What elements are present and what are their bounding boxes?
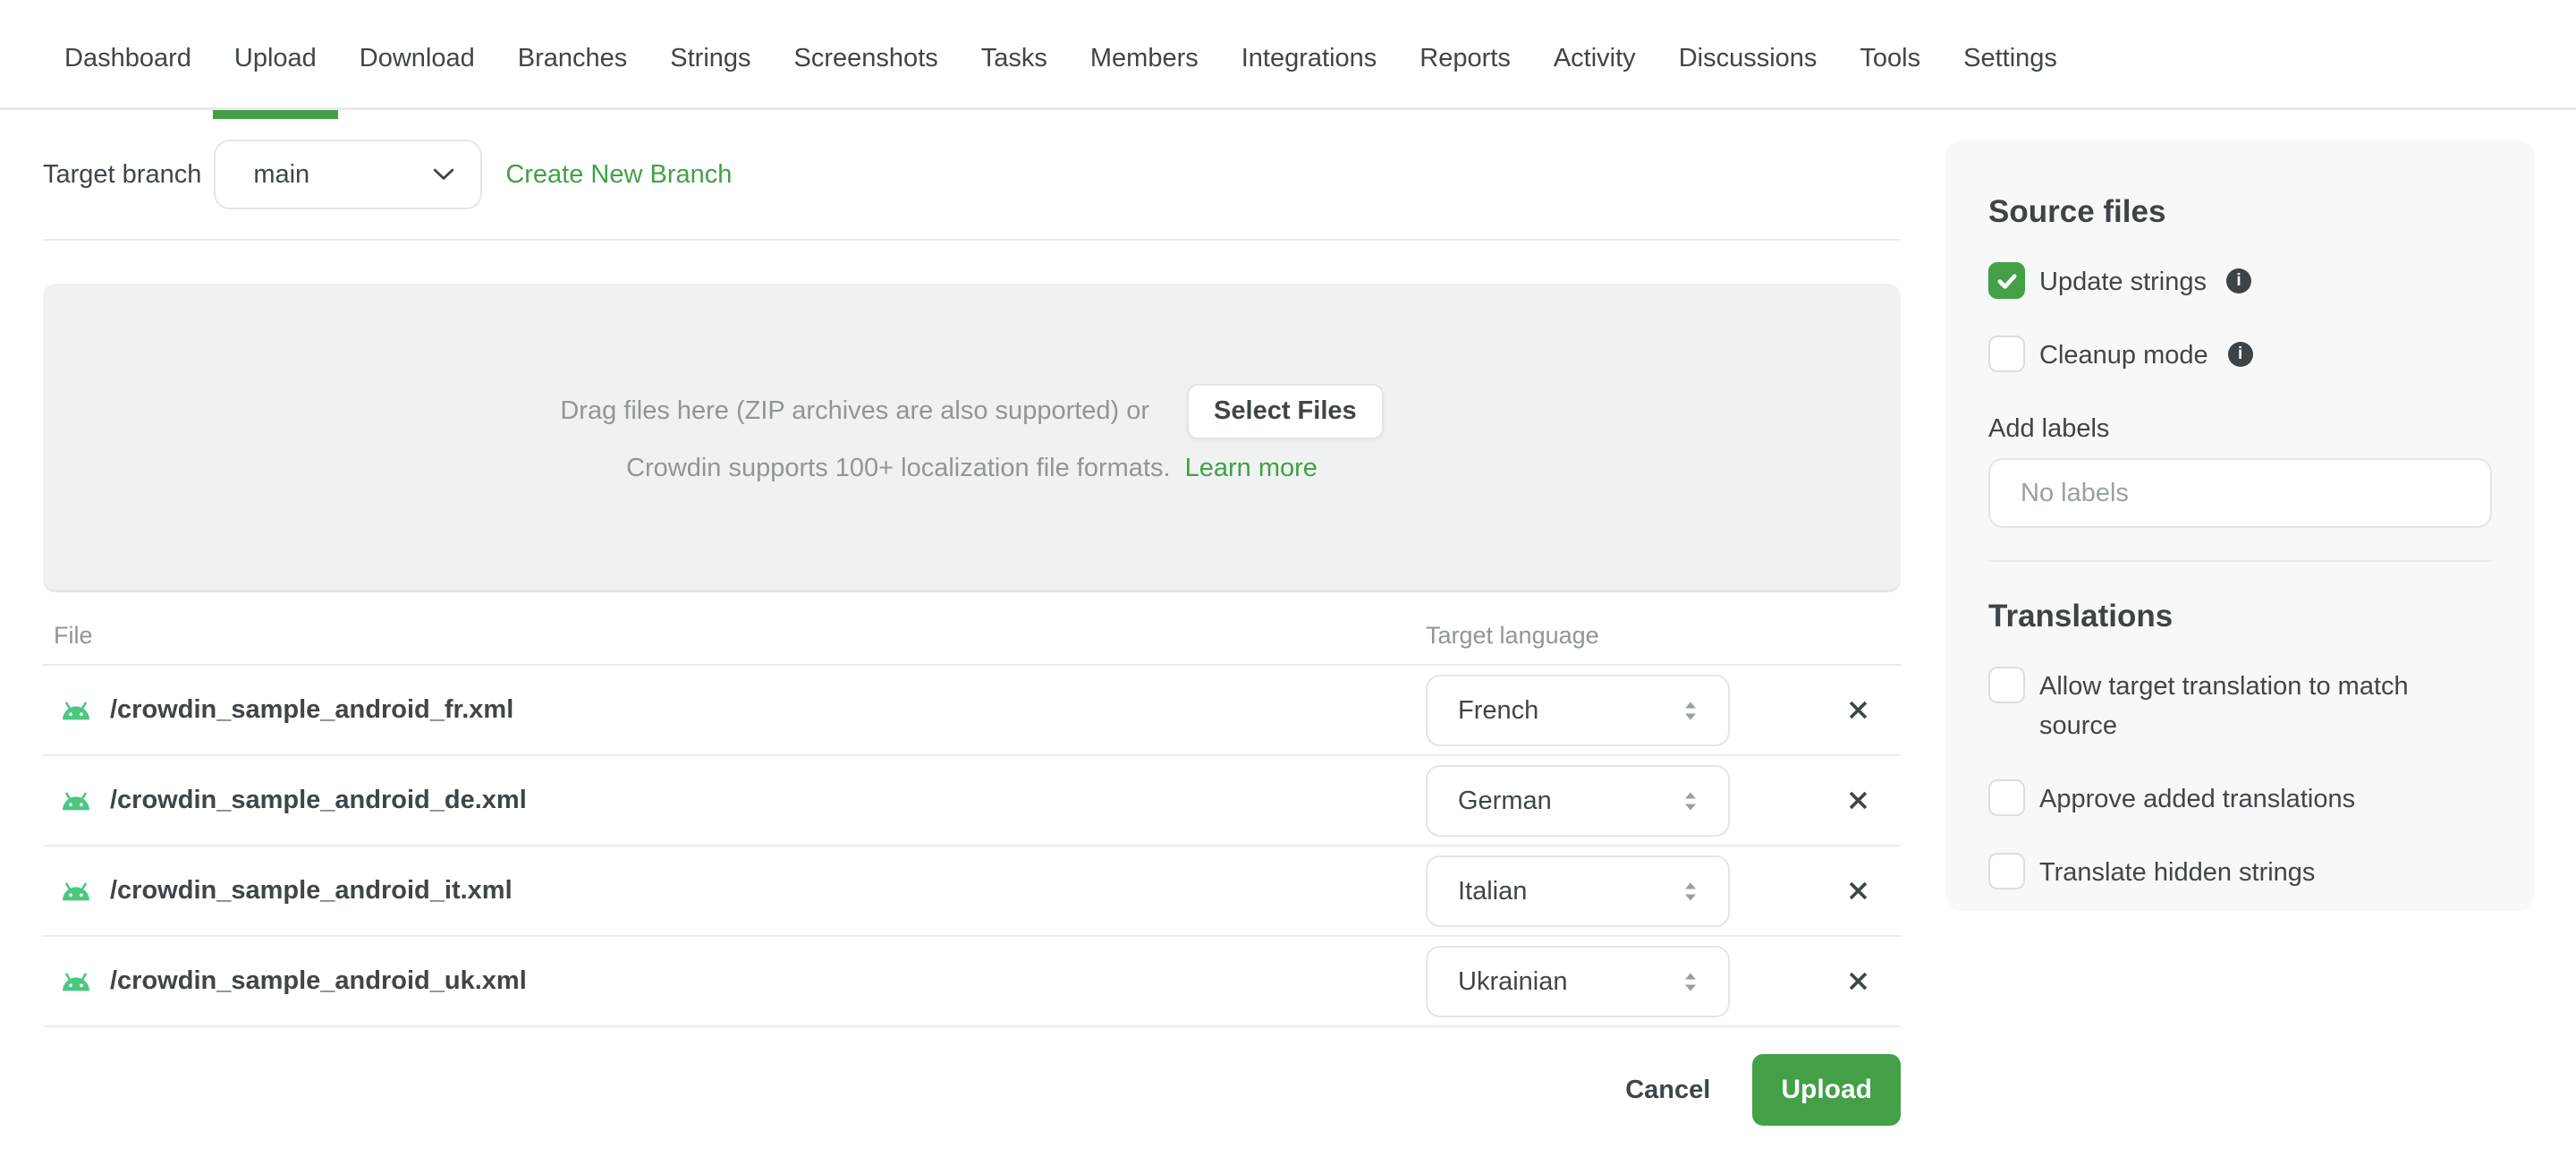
file-cell: /crowdin_sample_android_fr.xml [60,695,513,725]
nav-item-upload[interactable]: Upload [212,9,338,119]
file-name: /crowdin_sample_android_fr.xml [110,695,514,724]
nav-item-download[interactable]: Download [338,9,496,107]
language-value: Italian [1458,876,1528,906]
files-table-body: /crowdin_sample_android_fr.xml French/cro… [43,666,1901,1027]
sort-icon [1685,882,1696,900]
file-cell: /crowdin_sample_android_it.xml [60,876,513,906]
file-name: /crowdin_sample_android_it.xml [110,876,513,905]
nav-item-dashboard[interactable]: Dashboard [43,9,213,107]
source-files-options: Update strings i Cleanup mode i [1988,262,2492,375]
select-files-button[interactable]: Select Files [1187,383,1384,439]
android-file-icon [63,973,89,991]
file-name: /crowdin_sample_android_de.xml [110,786,527,814]
sidebar-divider [1988,560,2492,562]
nav-item-strings[interactable]: Strings [648,9,772,107]
update-strings-checkbox[interactable] [1988,262,2025,299]
file-cell: /crowdin_sample_android_de.xml [60,786,527,815]
cleanup-mode-checkbox[interactable] [1988,336,2025,372]
source-files-title: Source files [1988,194,2166,229]
sort-icon [1685,973,1696,991]
sort-icon [1685,702,1696,719]
nav-item-members[interactable]: Members [1069,9,1220,107]
option-label: Allow target translation to match source [2039,672,2409,740]
android-file-icon [63,792,89,810]
target-branch-label: Target branch [43,159,202,189]
remove-file-button[interactable] [1835,778,1881,824]
nav-item-activity[interactable]: Activity [1532,9,1657,107]
file-dropzone[interactable]: Drag files here (ZIP archives are also s… [43,284,1901,592]
top-nav: Dashboard Upload Download Branches Strings Sc… [0,0,2576,119]
language-value: Ukrainian [1458,966,1568,996]
option-row-translate-hidden-strings: Translate hidden strings [1988,853,2492,892]
translations-options: Allow target translation to match source… [1988,667,2492,892]
language-select[interactable]: French [1426,675,1730,746]
table-row: /crowdin_sample_android_it.xml Italian [43,846,1901,937]
remove-file-button[interactable] [1835,958,1881,1005]
table-row: /crowdin_sample_android_de.xml German [43,756,1901,846]
allow-target-translation-to-match-source-checkbox[interactable] [1988,667,2025,703]
option-row-cleanup-mode: Cleanup mode i [1988,336,2492,375]
nav-item-settings[interactable]: Settings [1942,9,2079,107]
nav-item-reports[interactable]: Reports [1398,9,1532,107]
cancel-button[interactable]: Cancel [1625,1076,1710,1105]
option-row-allow-target-translation-to-match-source: Allow target translation to match source [1988,667,2492,745]
nav-item-integrations[interactable]: Integrations [1220,9,1399,107]
info-icon[interactable]: i [2227,342,2253,367]
table-row: /crowdin_sample_android_fr.xml French [43,666,1901,756]
option-row-update-strings: Update strings i [1988,262,2492,302]
nav-item-screenshots[interactable]: Screenshots [773,9,960,107]
option-label: Update strings [2039,268,2207,296]
language-select[interactable]: German [1426,765,1730,837]
close-icon [1849,881,1867,900]
target-branch-value: main [253,159,310,189]
android-file-icon [63,702,89,719]
nav-item-discussions[interactable]: Discussions [1657,9,1839,107]
dropzone-hint: Drag files here (ZIP archives are also s… [560,396,1150,425]
create-new-branch-link[interactable]: Create New Branch [505,160,732,190]
files-table: File Target language /crowdin_sample_and… [43,592,1901,1027]
language-select[interactable]: Italian [1426,855,1730,927]
translations-title: Translations [1988,599,2174,634]
language-select[interactable]: Ukrainian [1426,946,1730,1017]
language-value: French [1458,695,1539,725]
upload-settings-sidebar: Source files Update strings i Cleanup mode… [1945,140,2535,911]
check-icon [1997,273,2016,289]
language-value: German [1458,786,1552,815]
option-label: Approve added translations [2039,785,2356,813]
remove-file-button[interactable] [1835,868,1881,915]
upload-page: Target branch main Create New Branch Dra… [0,139,1901,1126]
nav-item-tasks[interactable]: Tasks [960,9,1069,107]
approve-added-translations-checkbox[interactable] [1988,779,2025,816]
target-branch-select[interactable]: main [214,140,483,209]
file-name: /crowdin_sample_android_uk.xml [110,966,527,995]
android-file-icon [63,882,89,900]
close-icon [1849,972,1867,991]
formats-text: Crowdin supports 100+ localization file … [626,453,1171,482]
add-labels-label: Add labels [1988,414,2110,443]
file-cell: /crowdin_sample_android_uk.xml [60,966,527,996]
option-label: Translate hidden strings [2039,858,2316,887]
translate-hidden-strings-checkbox[interactable] [1988,853,2025,889]
close-icon [1849,791,1867,810]
option-row-approve-added-translations: Approve added translations [1988,779,2492,819]
nav-item-tools[interactable]: Tools [1838,9,1942,107]
close-icon [1849,701,1867,719]
upload-button[interactable]: Upload [1752,1054,1901,1126]
footer-actions: Cancel Upload [43,1054,1901,1126]
learn-more-link[interactable]: Learn more [1185,454,1318,482]
table-row: /crowdin_sample_android_uk.xml Ukrainian [43,937,1901,1027]
sort-icon [1685,792,1696,810]
files-table-header: File Target language [43,592,1901,666]
target-branch-row: Target branch main Create New Branch [43,139,1901,210]
info-icon[interactable]: i [2226,268,2251,294]
column-header-target-language: Target language [1426,622,1599,649]
option-label: Cleanup mode [2039,341,2208,370]
column-header-file: File [54,622,93,649]
remove-file-button[interactable] [1835,687,1881,734]
labels-input[interactable] [1988,458,2492,528]
nav-item-branches[interactable]: Branches [496,9,649,107]
chevron-down-icon [432,167,455,182]
divider [43,239,1901,241]
